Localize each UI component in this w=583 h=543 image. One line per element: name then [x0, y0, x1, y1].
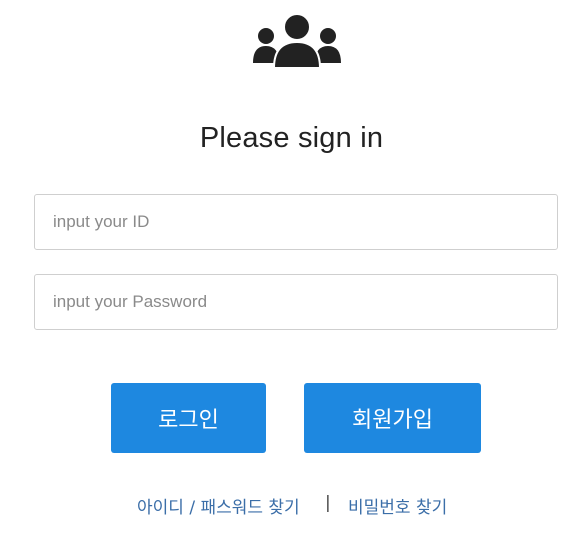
id-input[interactable] — [34, 194, 558, 250]
users-group-icon — [252, 13, 342, 70]
signup-button[interactable]: 회원가입 — [304, 383, 481, 453]
find-password-link[interactable]: 비밀번호 찾기 — [348, 493, 447, 518]
find-id-password-link[interactable]: 아이디 / 패스워드 찾기 — [137, 493, 300, 518]
page-title: Please sign in — [199, 122, 384, 154]
help-links: 아이디 / 패스워드 찾기 | 비밀번호 찾기 — [0, 493, 583, 518]
password-input[interactable] — [34, 274, 558, 330]
link-separator: | — [325, 493, 331, 513]
login-button[interactable]: 로그인 — [111, 383, 266, 453]
